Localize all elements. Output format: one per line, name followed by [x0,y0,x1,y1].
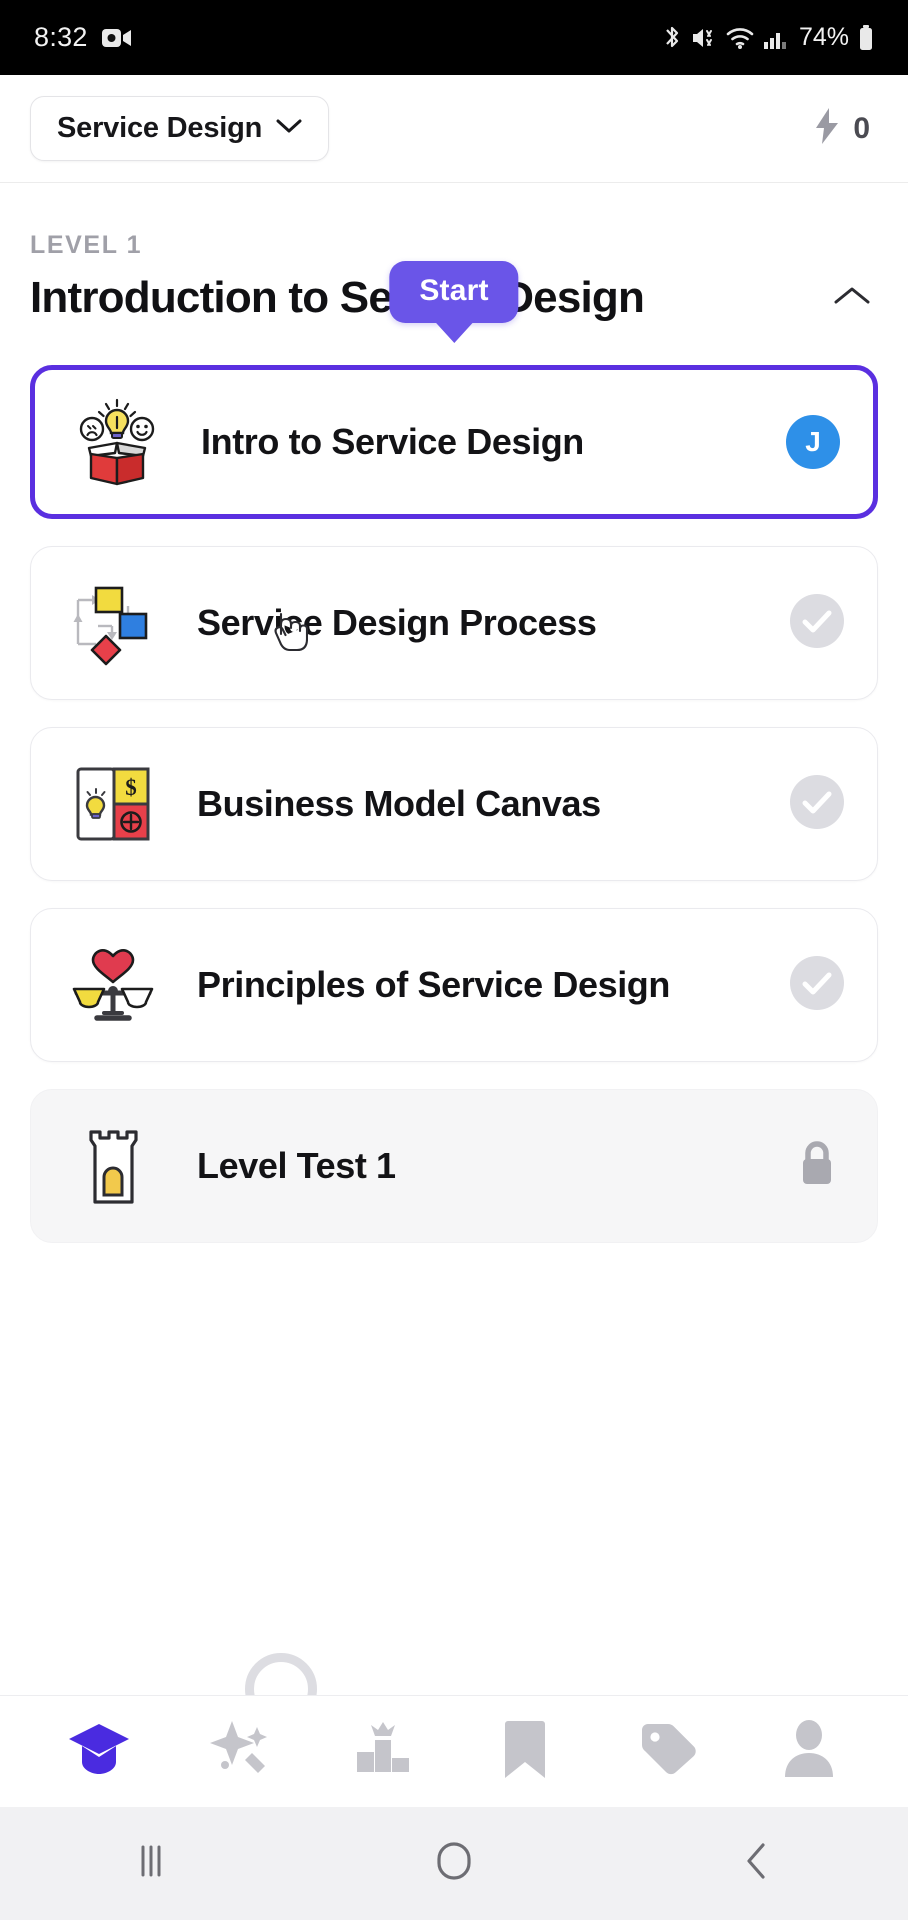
start-tooltip-arrow [433,321,474,343]
start-tooltip-label: Start [389,261,519,323]
lightning-bolt-icon [813,107,841,150]
lesson-title: Service Design Process [197,602,597,643]
home-icon [434,1840,474,1887]
castle-tower-icon [65,1118,161,1214]
lesson-card-list: Intro to Service Design J Service Design… [30,365,878,1243]
recents-icon [133,1841,169,1886]
tag-icon [636,1720,698,1783]
bluetooth-icon [662,24,682,51]
magic-stars-icon [208,1719,274,1784]
battery-percent-label: 74% [798,23,849,51]
flowchart-icon [65,575,161,671]
balance-scale-heart-icon [65,937,161,1033]
screen-record-icon [101,27,132,49]
battery-icon [858,24,874,51]
lesson-card-principles-of-service-design[interactable]: Principles of Service Design [30,908,878,1062]
svg-text:$: $ [125,775,137,800]
nav-item-profile[interactable] [761,1704,857,1800]
back-button[interactable] [697,1807,817,1920]
status-bar: 8:32 74% [0,0,908,75]
lesson-title: Principles of Service Design [197,964,670,1005]
wifi-icon [726,26,754,50]
section-collapse-button[interactable] [826,274,878,323]
lesson-card-intro-to-service-design[interactable]: Intro to Service Design J [30,365,878,519]
status-bar-left: 8:32 [34,22,132,53]
lesson-trailing[interactable]: J [785,415,841,469]
recents-button[interactable] [91,1807,211,1920]
back-icon [741,1840,773,1887]
course-selector-label: Service Design [57,112,263,144]
section-title: Introduction to Service Design [30,273,645,323]
lesson-title: Business Model Canvas [197,783,601,824]
bottom-navigation [0,1695,908,1807]
phone-screen: 8:32 74% Service Design 0 LEVEL 1 Introd… [0,0,908,1920]
mute-icon [691,25,717,51]
podium-crown-icon [352,1718,414,1785]
chevron-down-icon [276,118,302,139]
streak-counter[interactable]: 0 [813,107,878,150]
streak-count-label: 0 [853,111,870,145]
android-navigation-bar [0,1807,908,1920]
lesson-card-service-design-process[interactable]: Service Design Process [30,546,878,700]
home-button[interactable] [394,1807,514,1920]
lesson-card-business-model-canvas[interactable]: $ Business Model Canvas [30,727,878,881]
check-circle-icon [790,593,844,653]
nav-item-bookmarks[interactable] [477,1704,573,1800]
chevron-up-icon [832,287,872,312]
next-section-peek [245,1653,317,1695]
idea-box-icon [69,394,165,490]
lesson-card-level-test-1[interactable]: Level Test 1 [30,1089,878,1243]
lesson-title: Level Test 1 [197,1145,396,1186]
nav-item-offers[interactable] [619,1704,715,1800]
status-bar-clock: 8:32 [34,22,88,52]
lesson-list-scroll[interactable]: LEVEL 1 Introduction to Service Design S… [0,183,908,1695]
nav-item-learn[interactable] [51,1704,147,1800]
avatar: J [786,415,840,469]
app-header: Service Design 0 [0,75,908,183]
nav-item-practice[interactable] [193,1704,289,1800]
person-icon [782,1718,836,1785]
check-circle-icon [790,955,844,1015]
lesson-trailing [789,1138,845,1195]
course-selector-button[interactable]: Service Design [30,96,330,161]
level-label: LEVEL 1 [30,231,143,259]
lesson-title: Intro to Service Design [201,421,584,462]
lesson-trailing[interactable] [789,774,845,834]
start-tooltip[interactable]: Start [389,261,519,343]
signal-icon [763,26,787,50]
canvas-grid-icon: $ [65,756,161,852]
bookmark-icon [502,1718,548,1785]
status-bar-right: 74% [662,23,874,52]
lock-icon [796,1138,838,1195]
graduation-cap-icon [66,1720,132,1783]
lesson-trailing[interactable] [789,593,845,653]
nav-item-leaderboard[interactable] [335,1704,431,1800]
lesson-trailing[interactable] [789,955,845,1015]
check-circle-icon [790,774,844,834]
